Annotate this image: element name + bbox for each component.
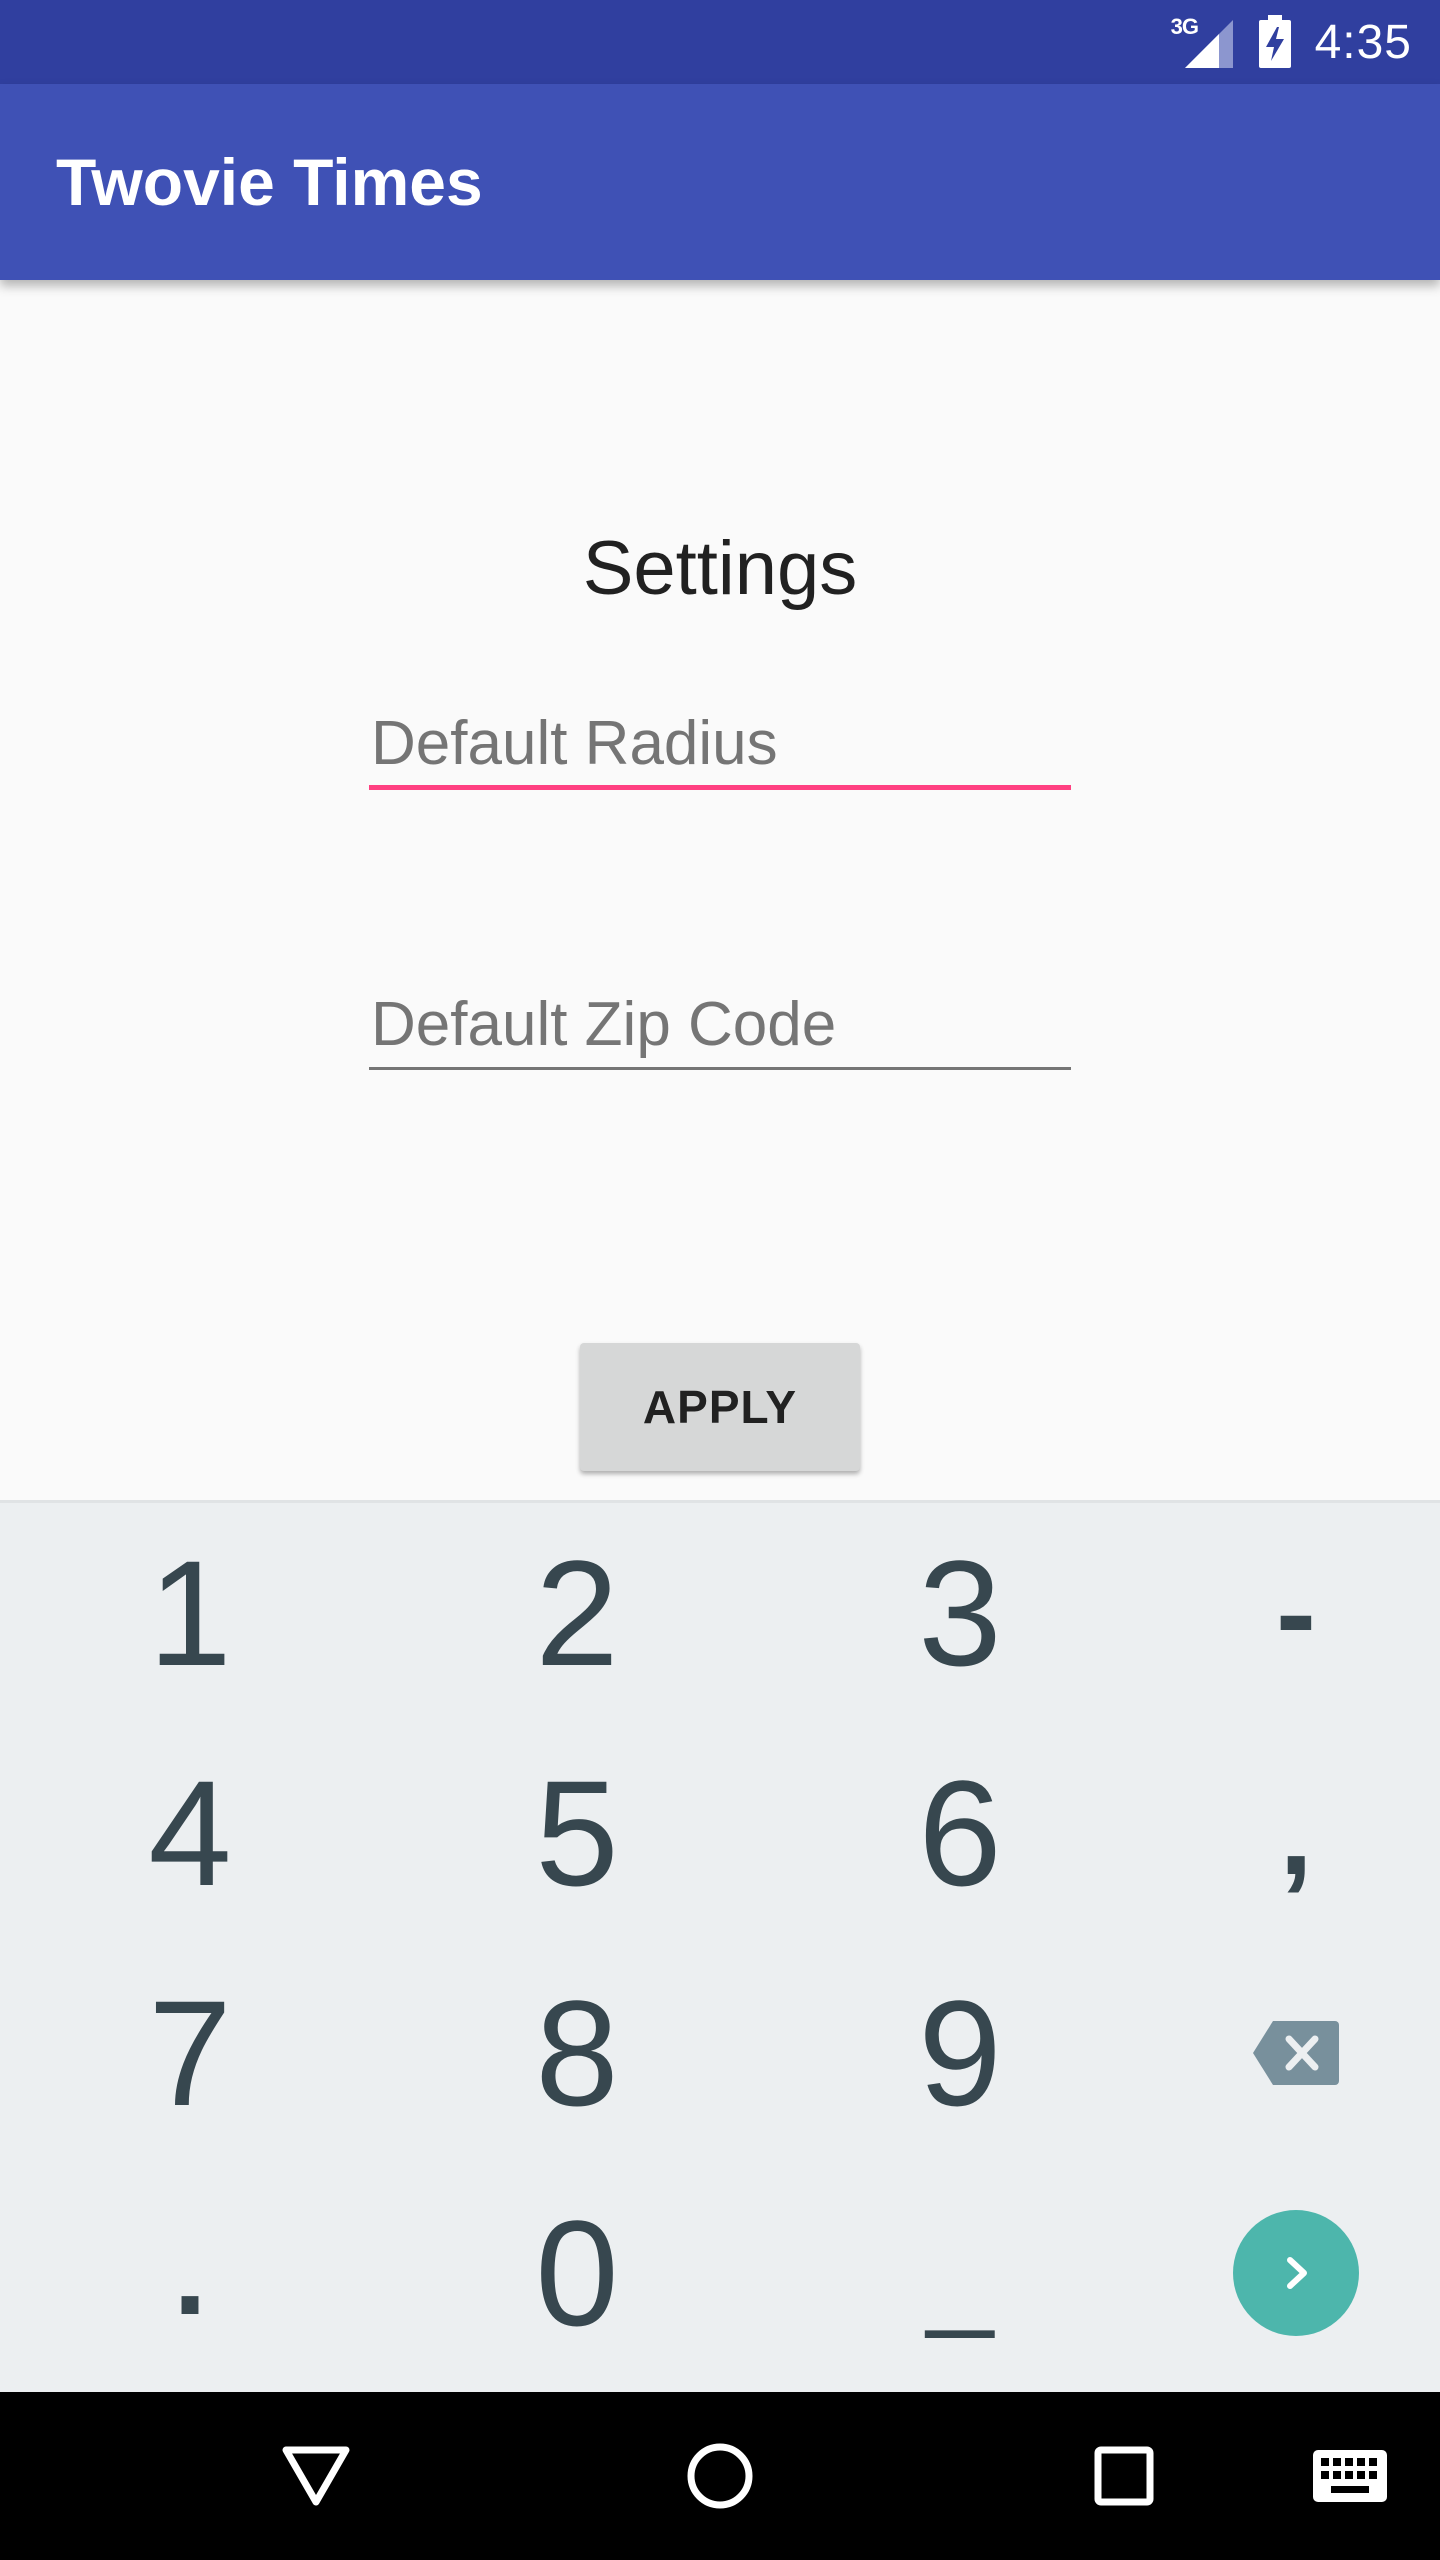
key-7[interactable]: 7 <box>10 1943 370 2163</box>
settings-screen: Settings APPLY <box>0 280 1440 1500</box>
key-comma[interactable]: , <box>1116 1723 1440 1943</box>
clock: 4:35 <box>1314 15 1412 69</box>
key-9[interactable]: 9 <box>780 1943 1140 2163</box>
recents-button[interactable] <box>1024 2392 1224 2560</box>
key-3[interactable]: 3 <box>780 1503 1140 1723</box>
status-icons: 3G 4:35 <box>1171 0 1412 84</box>
home-button[interactable] <box>620 2392 820 2560</box>
keyboard-switch-button[interactable] <box>1250 2392 1440 2560</box>
default-zip-code-input[interactable] <box>369 990 1071 1070</box>
navigation-bar <box>0 2392 1440 2560</box>
key-backspace[interactable] <box>1116 1943 1440 2163</box>
network-indicator: 3G <box>1171 14 1235 70</box>
keyboard-switch-icon <box>1313 2450 1387 2502</box>
key-label: _ <box>926 2206 994 2340</box>
key-label: 9 <box>918 1968 1002 2137</box>
key-label: 4 <box>148 1748 232 1917</box>
key-8[interactable]: 8 <box>397 1943 757 2163</box>
backspace-icon <box>1253 2021 1339 2085</box>
key-1[interactable]: 1 <box>10 1503 370 1723</box>
app-title: Twovie Times <box>56 145 483 219</box>
battery-charging-icon <box>1258 15 1291 68</box>
key-label: 7 <box>148 1968 232 2137</box>
recents-icon <box>1094 2446 1154 2506</box>
key-label: 8 <box>535 1968 619 2137</box>
key-label: 5 <box>535 1748 619 1917</box>
back-icon <box>282 2446 350 2506</box>
numeric-keyboard: 1 2 3 - 4 5 6 , 7 8 9 . 0 _ <box>0 1500 1440 2392</box>
next-button[interactable] <box>1233 2210 1359 2336</box>
apply-button[interactable]: APPLY <box>580 1343 860 1471</box>
key-5[interactable]: 5 <box>397 1723 757 1943</box>
back-button[interactable] <box>216 2392 416 2560</box>
next-icon <box>1287 2257 1307 2289</box>
key-label: 1 <box>148 1528 232 1697</box>
key-next[interactable] <box>1116 2163 1440 2383</box>
page-title: Settings <box>582 526 858 611</box>
key-4[interactable]: 4 <box>10 1723 370 1943</box>
key-period[interactable]: . <box>10 2163 370 2383</box>
key-label: 6 <box>918 1748 1002 1917</box>
key-underscore[interactable]: _ <box>780 2163 1140 2383</box>
key-0[interactable]: 0 <box>397 2163 757 2383</box>
key-label: . <box>173 2206 207 2340</box>
signal-icon <box>1184 20 1233 68</box>
key-label: 3 <box>918 1528 1002 1697</box>
home-icon <box>687 2443 753 2509</box>
key-label: , <box>1279 1766 1313 1900</box>
default-radius-input[interactable] <box>369 710 1071 790</box>
key-label: - <box>1276 1546 1316 1680</box>
app-bar: Twovie Times <box>0 84 1440 280</box>
key-2[interactable]: 2 <box>397 1503 757 1723</box>
key-label: 0 <box>535 2188 619 2357</box>
key-6[interactable]: 6 <box>780 1723 1140 1943</box>
status-bar: 3G 4:35 <box>0 0 1440 84</box>
key-minus[interactable]: - <box>1116 1503 1440 1723</box>
key-label: 2 <box>535 1528 619 1697</box>
